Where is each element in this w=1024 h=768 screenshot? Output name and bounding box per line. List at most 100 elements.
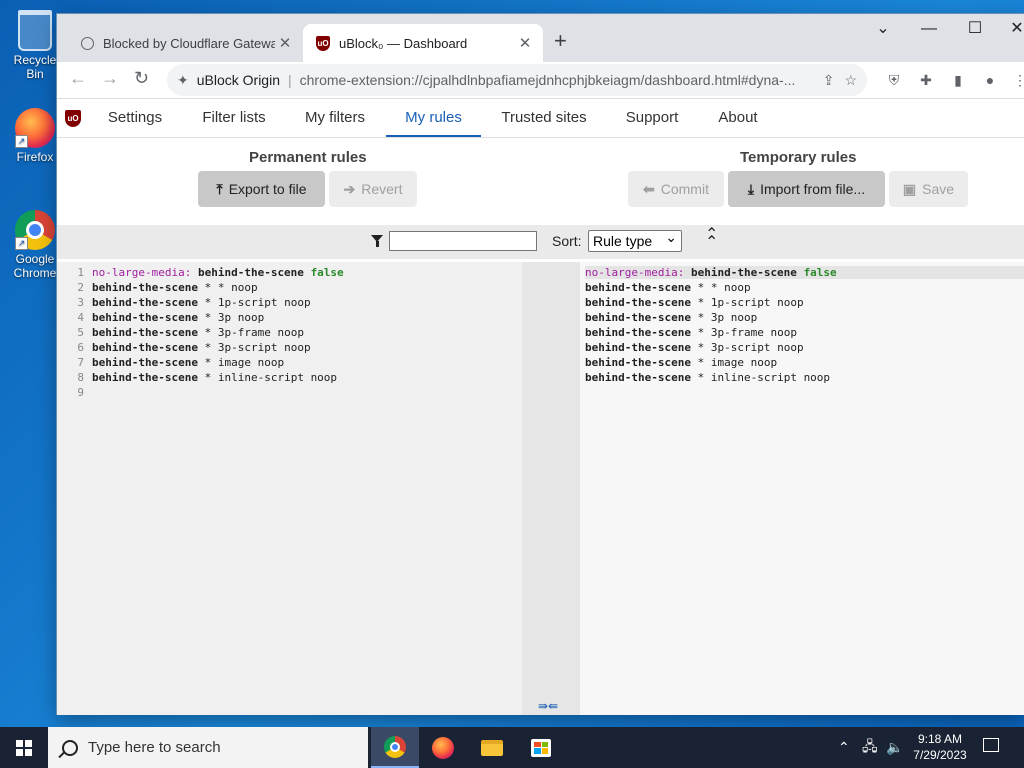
rule-line: behind-the-scene * inline-script noop — [585, 371, 831, 384]
import-from-file-button[interactable]: ⤓ Import from file... — [728, 171, 885, 207]
rule-line: behind-the-scene * 1p-script noop — [585, 296, 804, 309]
tab-cloudflare[interactable]: Blocked by Cloudflare Gateway ✕ — [67, 24, 303, 62]
dashboard-nav: uO Settings Filter lists My filters My r… — [57, 99, 1024, 138]
taskbar-search-box[interactable]: Type here to search — [48, 727, 368, 768]
revert-button[interactable]: ➔ Revert — [329, 171, 417, 207]
tab-trusted-sites[interactable]: Trusted sites — [493, 99, 595, 137]
taskbar-chrome[interactable] — [371, 727, 419, 768]
forward-icon[interactable]: → — [101, 68, 119, 89]
tab-support[interactable]: Support — [615, 99, 689, 137]
line-number-gutter: 1 2 3 4 5 6 7 8 9 — [57, 262, 87, 715]
line-number: 4 — [77, 311, 84, 324]
rule-line: behind-the-scene * image noop — [92, 356, 285, 369]
tab-settings[interactable]: Settings — [97, 99, 173, 137]
save-button[interactable]: ▣ Save — [889, 171, 968, 207]
dashboard-page: uO Settings Filter lists My filters My r… — [57, 98, 1024, 715]
firefox-icon — [432, 736, 454, 759]
download-icon: ⤓ — [747, 180, 755, 197]
browser-toolbar: ← → ↻ ✦ uBlock Origin | chrome-extension… — [57, 62, 1024, 98]
rule-line: behind-the-scene * * noop — [585, 281, 751, 294]
reload-icon[interactable]: ↻ — [134, 68, 149, 89]
bookmark-star-icon[interactable]: ☆ — [844, 72, 857, 89]
address-separator: | — [288, 72, 292, 88]
shortcut-arrow-icon: ↗ — [15, 237, 28, 250]
maximize-button[interactable]: ☐ — [955, 18, 995, 38]
tab-my-rules[interactable]: My rules — [386, 99, 481, 137]
extensions-puzzle-icon[interactable]: ✚ — [917, 72, 935, 90]
address-origin: uBlock Origin — [196, 72, 280, 88]
ublock-toolbar-icon[interactable]: ⛨ — [885, 72, 903, 90]
profile-avatar-icon[interactable]: ● — [981, 72, 999, 90]
shortcut-arrow-icon: ↗ — [15, 135, 28, 148]
close-tab-icon[interactable]: ✕ — [515, 34, 535, 52]
collapse-chevrons-icon[interactable]: ⌃ ⌃ — [705, 227, 718, 251]
recycle-bin-icon — [18, 10, 52, 51]
taskbar-clock[interactable]: 9:18 AM 7/29/2023 — [902, 731, 978, 763]
rule-line: behind-the-scene * 3p-script noop — [585, 341, 804, 354]
chrome-icon: ↗ — [15, 210, 55, 250]
close-window-button[interactable]: ✕ — [997, 18, 1024, 38]
rules-filter-bar: Sort: Rule type ⌃⌃ — [57, 225, 1024, 259]
sort-select[interactable]: Rule type — [588, 227, 682, 252]
taskbar-store[interactable] — [517, 727, 565, 768]
share-icon[interactable]: ⇪ — [823, 72, 835, 89]
address-bar[interactable]: ✦ uBlock Origin | chrome-extension://cjp… — [167, 64, 867, 96]
arrow-right-icon: ➔ — [343, 180, 356, 197]
line-number: 1 — [77, 266, 84, 279]
export-to-file-button[interactable]: ⤒ Export to file — [198, 171, 325, 207]
temporary-rules-title: Temporary rules — [740, 149, 857, 166]
tab-ublock-dashboard[interactable]: uO uBlock₀ — Dashboard ✕ — [303, 24, 543, 62]
revert-label: Revert — [361, 181, 403, 197]
close-tab-icon[interactable]: ✕ — [275, 34, 295, 52]
address-url: chrome-extension://cjpalhdlnbpafiamejdnh… — [299, 72, 796, 88]
taskbar-file-explorer[interactable] — [468, 727, 516, 768]
rule-line: behind-the-scene * inline-script noop — [92, 371, 338, 384]
tab-my-filters[interactable]: My filters — [293, 99, 377, 137]
side-panel-icon[interactable]: ▮ — [949, 72, 967, 90]
rule-line: behind-the-scene * image noop — [585, 356, 778, 369]
tab-strip: Blocked by Cloudflare Gateway ✕ uO uBloc… — [57, 14, 1024, 62]
rule-line: behind-the-scene * * noop — [92, 281, 258, 294]
merge-divider: ⇛⇚ — [522, 262, 580, 715]
taskbar-firefox[interactable] — [419, 727, 467, 768]
save-icon: ▣ — [902, 180, 917, 197]
rule-line: no-large-media: behind-the-scene false — [585, 266, 1024, 279]
sort-value: Rule type — [593, 233, 653, 249]
extension-icon[interactable]: ✦ — [177, 72, 189, 89]
notification-icon[interactable] — [983, 738, 999, 752]
temporary-rules-editor[interactable]: no-large-media: behind-the-scene false be… — [580, 262, 1024, 715]
ublock-logo-icon: uO — [65, 110, 81, 127]
menu-kebab-icon[interactable]: ⋮ — [1011, 72, 1024, 90]
taskbar: Type here to search ⌃ 🖧 🔈 9:18 AM 7/29/2… — [0, 727, 1024, 768]
tab-title: Blocked by Cloudflare Gateway — [103, 35, 275, 51]
network-icon[interactable]: 🖧 — [862, 727, 878, 768]
new-tab-button[interactable]: + — [554, 28, 567, 54]
merge-arrows-icon[interactable]: ⇛⇚ — [538, 699, 558, 713]
rules-filter-input[interactable] — [389, 231, 537, 251]
store-icon — [531, 738, 551, 757]
chrome-icon — [384, 735, 406, 758]
permanent-rules-editor[interactable]: 1 2 3 4 5 6 7 8 9 no-large-media: behind… — [57, 262, 522, 715]
tab-about[interactable]: About — [709, 99, 767, 137]
tab-title: uBlock₀ — Dashboard — [339, 35, 468, 51]
tray-chevron-icon[interactable]: ⌃ — [838, 727, 850, 768]
firefox-icon: ↗ — [15, 108, 55, 148]
rule-line: behind-the-scene * 3p-frame noop — [92, 326, 304, 339]
tab-filter-lists[interactable]: Filter lists — [191, 99, 277, 137]
export-label: Export to file — [228, 181, 307, 197]
line-number: 2 — [77, 281, 84, 294]
line-number: 6 — [77, 341, 84, 354]
line-number: 9 — [77, 386, 84, 399]
commit-button[interactable]: ⬅ Commit — [628, 171, 724, 207]
tab-search-icon[interactable]: ⌄ — [863, 18, 903, 38]
back-icon[interactable]: ← — [69, 68, 87, 89]
rule-line: behind-the-scene * 3p noop — [92, 311, 265, 324]
arrow-left-icon: ⬅ — [643, 180, 655, 197]
sort-label: Sort: — [552, 233, 582, 249]
volume-icon[interactable]: 🔈 — [886, 727, 903, 768]
minimize-button[interactable]: — — [909, 20, 949, 38]
clock-date: 7/29/2023 — [913, 748, 967, 762]
rule-line: behind-the-scene * 3p noop — [585, 311, 758, 324]
rule-line: behind-the-scene * 3p-frame noop — [585, 326, 797, 339]
windows-start-icon[interactable] — [16, 740, 32, 756]
